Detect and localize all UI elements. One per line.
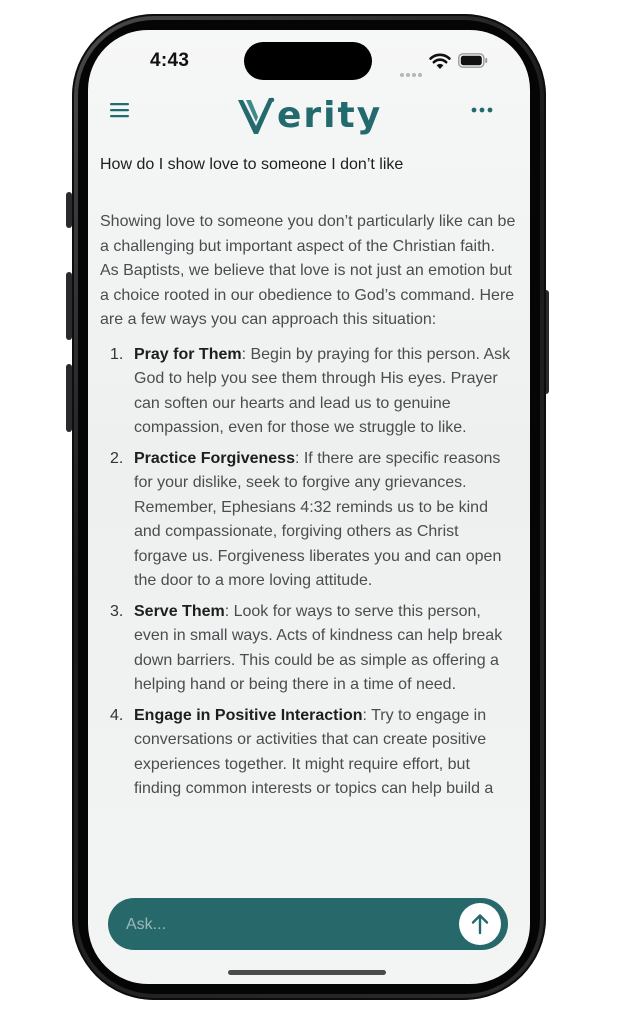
ask-composer[interactable] <box>108 898 508 952</box>
home-indicator[interactable] <box>228 970 386 975</box>
hamburger-menu-button[interactable] <box>108 100 132 120</box>
list-item-title: Engage in Positive Interaction <box>134 706 363 724</box>
status-time: 4:43 <box>150 50 190 71</box>
list-item: 3. Serve Them: Look for ways to serve th… <box>100 600 516 698</box>
list-item-title: Practice Forgiveness <box>134 449 295 467</box>
logo-v-icon <box>238 97 275 134</box>
list-item: 4. Engage in Positive Interaction: Try t… <box>100 704 516 802</box>
verity-logo: erity <box>236 88 382 136</box>
list-item-body: : If there are specific reasons for your… <box>134 449 502 590</box>
list-item-title: Serve Them <box>134 602 225 620</box>
more-horizontal-icon <box>471 107 493 113</box>
list-number: 4. <box>110 706 124 724</box>
answer-list: 1. Pray for Them: Begin by praying for t… <box>100 343 516 802</box>
hamburger-icon <box>110 103 129 118</box>
list-number: 3. <box>110 602 124 620</box>
list-item: 1. Pray for Them: Begin by praying for t… <box>100 343 516 441</box>
list-number: 1. <box>110 345 124 363</box>
list-item-title: Pray for Them <box>134 345 242 363</box>
cellular-signal-icon <box>400 64 424 77</box>
assistant-answer: Showing love to someone you don’t partic… <box>100 210 516 870</box>
battery-icon <box>458 53 488 68</box>
list-number: 2. <box>110 449 124 467</box>
app-screen: 4:43 erity How do I show love to someone… <box>88 30 530 984</box>
logo-text: erity <box>277 95 383 136</box>
wifi-icon <box>429 53 451 69</box>
user-question: How do I show love to someone I don’t li… <box>100 156 404 173</box>
more-options-button[interactable] <box>470 105 494 115</box>
send-button[interactable] <box>459 903 501 945</box>
list-item: 2. Practice Forgiveness: If there are sp… <box>100 447 516 594</box>
dynamic-island <box>244 42 372 80</box>
answer-intro: Showing love to someone you don’t partic… <box>100 213 516 328</box>
arrow-up-icon <box>471 914 489 935</box>
ask-input[interactable] <box>124 898 448 952</box>
